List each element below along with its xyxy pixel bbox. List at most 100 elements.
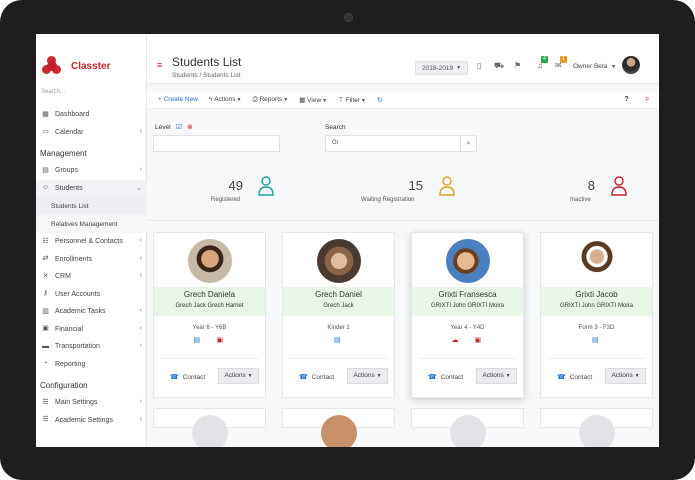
search-input[interactable]: Gr [325,135,461,152]
sidebar-item-reporting[interactable]: ◔ Reporting [36,356,147,374]
mail-icon[interactable]: ✉ 1 [555,56,567,70]
sidebar-item-label: Dashboard [55,111,90,119]
chevron-left-icon: ‹ [139,342,142,349]
student-photo[interactable] [192,415,228,447]
sidebar-item-crm[interactable]: ✕ CRM ‹ [36,268,147,286]
caret-down-icon: ▼ [361,97,366,104]
student-photo[interactable] [317,239,361,283]
sidebar-item-user-accounts[interactable]: ⚷ User Accounts [36,286,147,304]
sidebar-item-label: Financial [55,325,84,333]
actions-button[interactable]: Actions ▼ [347,368,388,384]
search-icon[interactable]: ⌕ [645,94,649,104]
top-header: ≡ Students List Students / Students List… [147,34,659,84]
student-photo[interactable] [188,239,232,283]
actions-label: Actions [214,96,236,103]
student-card[interactable]: Grech Daniel Grech Jack Kinder 1 ▤ ☎ Cont… [282,232,395,398]
student-class: Year 4 - Y4D [450,325,485,331]
contact-label: Contact [569,374,593,381]
person-icon [611,176,627,196]
reports-label: Reports [259,95,283,103]
filters-panel: Level ☑ ⊗ Search Gr ⌕ [147,109,659,161]
breadcrumb[interactable]: Students / Students List [172,72,241,79]
sidebar-item-groups[interactable]: ▤ Groups ‹ [36,162,147,180]
actions-button[interactable]: Actions ▼ [218,368,259,384]
search-label: Search [325,124,346,131]
student-card[interactable] [411,408,524,447]
student-card[interactable]: Grixti Jacob GRIXTI John GRIXTI Moira Fo… [540,232,653,398]
student-card[interactable] [540,408,653,447]
sidebar-item-students[interactable]: ☺ Students ⌄ [36,179,147,197]
student-name[interactable]: Grixti Jacob [541,290,652,299]
sidebar-search-input[interactable]: Search... [41,89,65,95]
student-class: Form 3 - F3D [578,325,615,331]
edit-icon[interactable]: ☑ [176,123,182,131]
clear-icon[interactable]: ⊗ [187,123,193,131]
toolbar: + Create New ϟ Actions▼ ⎙ Reports▼ ▦ Vie… [147,91,659,109]
student-card[interactable]: Grixti Fransesca GRIXTI John GRIXTI Moir… [411,232,524,398]
id-card-icon[interactable]: ▤ [592,337,601,345]
sidebar-item-academic-settings[interactable]: ☰ Academic Settings ‹ [36,412,147,430]
student-photo[interactable] [321,415,357,447]
contact-button[interactable]: ☎ Contact [170,373,205,381]
comments-icon[interactable]: ☁ [452,337,461,345]
reports-menu-button[interactable]: ⎙ Reports▼ [252,96,288,104]
student-name[interactable]: Grech Daniela [154,290,265,299]
student-photo[interactable] [446,239,490,283]
sidebar-item-label: Academic Tasks [55,308,106,316]
id-card-icon[interactable]: ▤ [334,337,343,345]
student-card[interactable]: Grech Daniela Grech Jack Grech Harriet Y… [153,232,266,398]
student-photo[interactable] [579,415,615,447]
sidebar-subitem-students-list[interactable]: Students List [36,197,147,215]
actions-menu-button[interactable]: ϟ Actions▼ [209,96,242,103]
stat-registered[interactable]: 49 Registered [147,169,307,221]
help-icon[interactable]: ? [621,94,632,105]
menu-toggle-icon[interactable]: ≡ [157,60,162,70]
calendar-icon: ▭ [42,128,49,136]
cart-icon[interactable]: ⛟ [494,61,504,71]
student-card[interactable] [282,408,395,447]
medical-icon[interactable]: ▣ [217,337,226,345]
sidebar-item-dashboard[interactable]: ▦ Dashboard [36,106,147,124]
student-class: Year 6 - Y6B [192,325,227,331]
sidebar-item-financial[interactable]: ▣ Financial ‹ [36,321,147,339]
search-button[interactable]: ⌕ [460,135,477,152]
stat-waiting[interactable]: 15 Waiting Registration [327,169,487,221]
level-input[interactable] [153,135,280,152]
sidebar-item-personnel[interactable]: ☷ Personnel & Contacts ‹ [36,233,147,251]
contact-button[interactable]: ☎ Contact [428,373,463,381]
sidebar-item-main-settings[interactable]: ☰ Main Settings ‹ [36,394,147,412]
id-card-icon[interactable]: ▤ [194,337,203,345]
student-name[interactable]: Grech Daniel [283,290,394,299]
contact-button[interactable]: ☎ Contact [557,373,592,381]
sidebar-item-academic-tasks[interactable]: ▥ Academic Tasks ‹ [36,303,147,321]
actions-button[interactable]: Actions ▼ [476,368,517,384]
sidebar-item-transportation[interactable]: ▬ Transportation ‹ [36,338,147,356]
print-icon: ⎙ [252,95,258,103]
filter-menu-button[interactable]: ⊤ Filter▼ [338,96,366,104]
bell-icon[interactable]: ♫ 4 [537,56,548,70]
document-icon[interactable]: ▯ [477,61,481,70]
sidebar-item-calendar[interactable]: ▭ Calendar ‹ [36,124,147,142]
chevron-left-icon: ‹ [139,307,142,314]
enrollments-icon: ⇄ [42,255,49,263]
actions-button[interactable]: Actions ▼ [605,368,646,384]
avatar[interactable] [622,56,640,74]
user-menu[interactable]: Owner Beta ▼ [573,63,616,70]
student-name[interactable]: Grixti Fransesca [412,290,523,299]
create-new-button[interactable]: + Create New [158,96,198,103]
student-photo[interactable] [450,415,486,447]
chevron-down-icon: ⌄ [136,184,142,192]
phone-icon: ☎ [170,374,179,381]
brand[interactable]: Classter [42,56,110,76]
academic-year-select[interactable]: 2018-2019 ▼ [415,61,468,75]
medical-icon[interactable]: ▣ [475,337,484,345]
sidebar-item-enrollments[interactable]: ⇄ Enrollments ‹ [36,251,147,269]
student-card[interactable] [153,408,266,447]
stat-inactive[interactable]: 8 Inactive [499,169,659,221]
sidebar-subitem-relatives[interactable]: Relatives Management [36,215,147,233]
student-photo[interactable] [575,239,619,283]
refresh-icon[interactable]: ↻ [377,96,382,104]
contact-button[interactable]: ☎ Contact [299,373,334,381]
view-menu-button[interactable]: ▦ View▼ [299,96,327,104]
flag-icon[interactable]: ⚑ [514,61,521,70]
